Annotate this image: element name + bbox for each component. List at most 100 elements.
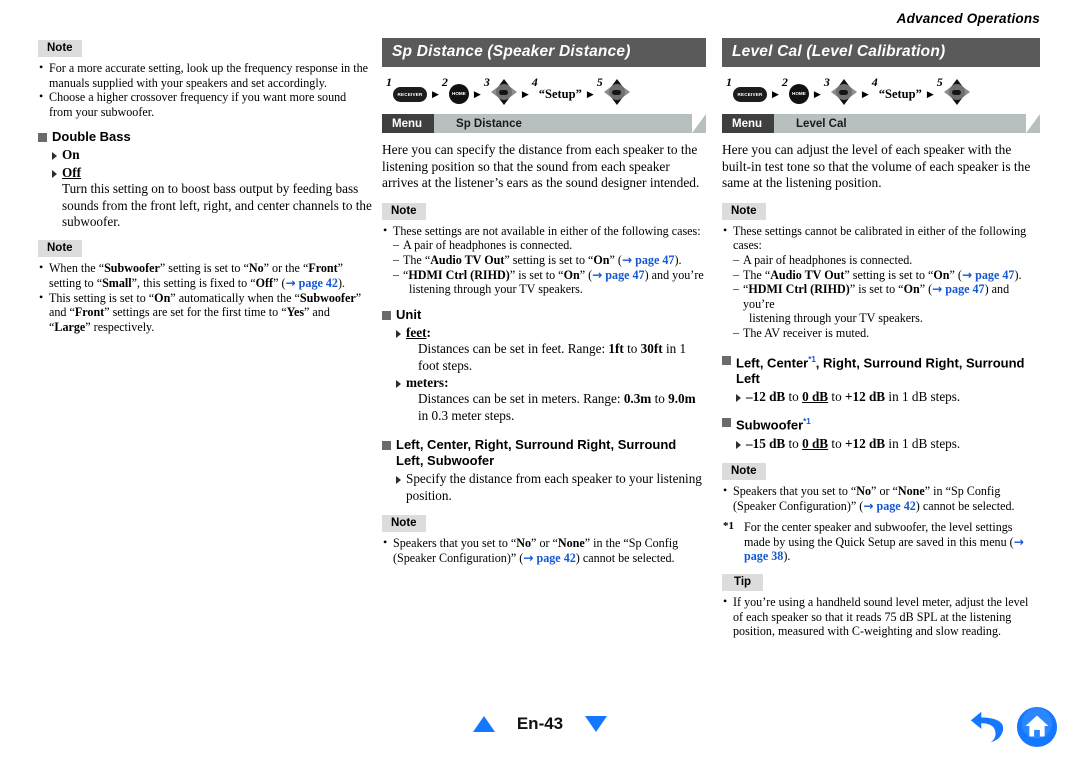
intro-paragraph: Here you can adjust the level of each sp… bbox=[722, 142, 1031, 191]
note-label: Note bbox=[38, 240, 82, 258]
osd-menu-segment[interactable]: Menu bbox=[382, 114, 444, 133]
note-callout-2: Note Speakers that you set to “No” or “N… bbox=[722, 461, 1040, 564]
page-number: En-43 bbox=[516, 714, 564, 733]
step-number: 4 bbox=[531, 75, 538, 89]
step-sequence: 1 RECEIVER ▶ 2 HOME ▶ 3 ▶ 4 “Setup” ▶ 5 bbox=[386, 75, 706, 106]
receiver-key-icon[interactable]: RECEIVER bbox=[733, 87, 767, 102]
list-item: The “Audio TV Out” setting is set to “On… bbox=[722, 267, 1040, 283]
list-item: listening through your TV speakers. bbox=[749, 311, 923, 326]
note-label: Note bbox=[38, 40, 82, 57]
note-callout: Note For a more accurate setting, look u… bbox=[38, 38, 372, 119]
note-list: Speakers that you set to “No” or “None” … bbox=[382, 535, 706, 565]
note-list: Speakers that you set to “No” or “None” … bbox=[722, 483, 1040, 513]
osd-page-segment[interactable]: Sp Distance bbox=[434, 114, 706, 133]
section-title-bar: Level Cal (Level Calibration) bbox=[722, 38, 1040, 67]
osd-menu-segment[interactable]: Menu bbox=[722, 114, 784, 133]
setup-label: “Setup” bbox=[538, 86, 582, 101]
list-item: A pair of headphones is connected. bbox=[382, 237, 706, 253]
step-number: 4 bbox=[871, 75, 878, 89]
home-key-icon[interactable]: HOME bbox=[448, 83, 469, 104]
step-sequence: 1 RECEIVER ▶ 2 HOME ▶ 3 ▶ 4 “Setup” ▶ 5 bbox=[726, 75, 1040, 106]
setup-label: “Setup” bbox=[878, 86, 922, 101]
arrow-separator-icon: ▶ bbox=[473, 88, 481, 99]
back-arrow-icon[interactable] bbox=[968, 708, 1006, 746]
manual-page: Advanced Operations Note For a more accu… bbox=[0, 0, 1080, 764]
triangle-down-icon[interactable] bbox=[585, 716, 608, 732]
section-title-bar: Sp Distance (Speaker Distance) bbox=[382, 38, 706, 67]
list-item: Speakers that you set to “No” or “None” … bbox=[722, 483, 1040, 513]
note-list: When the “Subwoofer” setting is set to “… bbox=[38, 260, 372, 335]
dpad-enter-key-icon[interactable] bbox=[490, 79, 517, 105]
section-heading-speakers: Left, Center*1, Right, Surround Right, S… bbox=[722, 352, 1040, 387]
list-item: When the “Subwoofer” setting is set to “… bbox=[38, 260, 372, 290]
note-label: Note bbox=[722, 202, 766, 220]
option-feet: feet: bbox=[382, 325, 706, 341]
note-callout: Note These settings are not available in… bbox=[382, 201, 706, 297]
arrow-separator-icon: ▶ bbox=[432, 88, 439, 99]
arrow-separator-icon: ▶ bbox=[926, 88, 934, 99]
arrow-separator-icon: ▶ bbox=[586, 88, 594, 99]
page-reference[interactable]: → page 47 bbox=[592, 268, 644, 282]
option-off: Off bbox=[38, 165, 372, 181]
list-item: “HDMI Ctrl (RIHD)” is set to “On” (→ pag… bbox=[382, 267, 706, 283]
step-number: 3 bbox=[483, 75, 490, 89]
step-number: 5 bbox=[596, 75, 603, 89]
list-item: “HDMI Ctrl (RIHD)” is set to “On” (→ pag… bbox=[722, 281, 1040, 311]
dpad-enter-key-icon[interactable] bbox=[943, 79, 970, 105]
footnote-marker: *1 bbox=[803, 417, 811, 427]
home-key-icon[interactable]: HOME bbox=[788, 83, 809, 104]
page-reference[interactable]: → page 42 bbox=[863, 499, 915, 513]
option-specify-distance: Specify the distance from each speaker t… bbox=[382, 471, 706, 504]
section-description: Turn this setting on to boost bass outpu… bbox=[62, 181, 372, 229]
page-reference[interactable]: → page 47 bbox=[962, 268, 1014, 282]
page-reference[interactable]: → page 47 bbox=[622, 253, 674, 267]
list-item: These settings cannot be calibrated in e… bbox=[722, 223, 1040, 253]
note-list: For a more accurate setting, look up the… bbox=[38, 60, 372, 119]
arrow-separator-icon: ▶ bbox=[813, 88, 821, 99]
footnote-marker: *1 bbox=[808, 354, 816, 364]
section-heading-speakers: Left, Center, Right, Surround Right, Sur… bbox=[382, 437, 706, 469]
list-item: listening through your TV speakers. bbox=[409, 282, 583, 297]
step-number: 1 bbox=[386, 75, 392, 89]
osd-page-segment[interactable]: Level Cal bbox=[774, 114, 1040, 133]
list-item: A pair of headphones is connected. bbox=[722, 252, 1040, 268]
list-item: If you’re using a handheld sound level m… bbox=[722, 594, 1040, 639]
note-list: These settings cannot be calibrated in e… bbox=[722, 223, 1040, 341]
arrow-separator-icon: ▶ bbox=[861, 88, 869, 99]
option-meters: meters: bbox=[382, 375, 706, 391]
step-number: 5 bbox=[936, 75, 943, 89]
page-reference[interactable]: → page 42 bbox=[523, 551, 575, 565]
right-column: Level Cal (Level Calibration) 1 RECEIVER… bbox=[722, 38, 1040, 646]
note-label: Note bbox=[722, 463, 766, 480]
option-feet-description: Distances can be set in feet. Range: 1ft… bbox=[418, 341, 687, 373]
note-callout: Note These settings cannot be calibrated… bbox=[722, 201, 1040, 341]
section-heading-unit: Unit bbox=[382, 307, 706, 323]
step-number: 2 bbox=[781, 75, 788, 89]
dpad-enter-key-icon[interactable] bbox=[830, 79, 857, 105]
page-reference[interactable]: → page 42 bbox=[286, 276, 338, 290]
step-number: 2 bbox=[441, 75, 448, 89]
list-item: The “Audio TV Out” setting is set to “On… bbox=[382, 252, 706, 268]
page-footer: En-43 bbox=[0, 706, 1080, 750]
receiver-key-icon[interactable]: RECEIVER bbox=[393, 87, 427, 102]
step-number: 1 bbox=[726, 75, 732, 89]
home-icon[interactable] bbox=[1016, 706, 1058, 748]
option-subwoofer-range: –15 dB to 0 dB to +12 dB in 1 dB steps. bbox=[722, 436, 1040, 452]
list-item: This setting is set to “On” automaticall… bbox=[38, 290, 372, 335]
running-head: Advanced Operations bbox=[896, 11, 1040, 26]
footnote-marker: *1 bbox=[723, 520, 734, 533]
option-level-range: –12 dB to 0 dB to +12 dB in 1 dB steps. bbox=[722, 389, 1040, 405]
intro-paragraph: Here you can specify the distance from e… bbox=[382, 142, 700, 191]
arrow-separator-icon: ▶ bbox=[772, 88, 779, 99]
dpad-enter-key-icon[interactable] bbox=[603, 79, 630, 105]
tip-list: If you’re using a handheld sound level m… bbox=[722, 594, 1040, 639]
page-reference[interactable]: → page 47 bbox=[932, 282, 984, 296]
list-item: The AV receiver is muted. bbox=[722, 325, 1040, 341]
footnote-entry: *1 For the center speaker and subwoofer, … bbox=[723, 520, 1024, 564]
step-number: 3 bbox=[823, 75, 830, 89]
note-label: Note bbox=[382, 202, 426, 220]
tip-callout: Tip If you’re using a handheld sound lev… bbox=[722, 572, 1040, 639]
osd-breadcrumb: Menu Level Cal bbox=[722, 114, 1040, 133]
triangle-up-icon[interactable] bbox=[472, 716, 495, 732]
tip-label: Tip bbox=[722, 573, 764, 591]
